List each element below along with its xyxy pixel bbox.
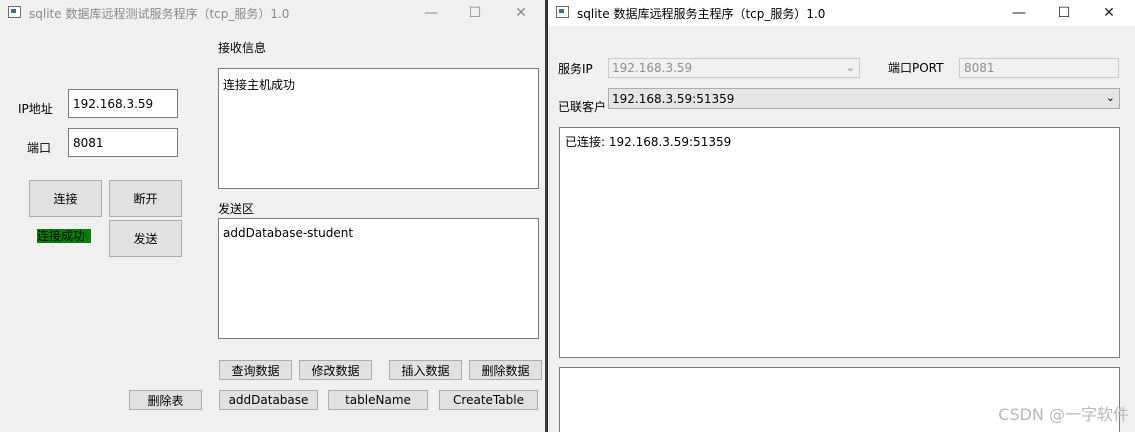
client-window-title: sqlite 数据库远程测试服务程序（tcp_服务）1.0 (29, 7, 290, 21)
maximize-icon[interactable]: ☐ (1041, 0, 1087, 26)
port-label: 端口PORT (888, 61, 944, 75)
app-window-icon (556, 6, 569, 18)
connection-status-badge: 连接成功 (37, 229, 91, 243)
add-database-button[interactable]: addDatabase (219, 390, 318, 410)
delete-data-button[interactable]: 删除数据 (469, 360, 542, 380)
insert-data-button[interactable]: 插入数据 (389, 360, 462, 380)
receive-textarea[interactable]: 连接主机成功 (218, 68, 539, 189)
port-label: 端口 (27, 141, 52, 155)
server-titlebar: sqlite 数据库远程服务主程序（tcp_服务）1.0 — ☐ ✕ (548, 0, 1135, 26)
service-ip-value: 192.168.3.59 (612, 61, 693, 75)
ip-address-input[interactable]: 192.168.3.59 (68, 89, 178, 118)
server-port-input: 8081 (959, 58, 1119, 78)
server-window: sqlite 数据库远程服务主程序（tcp_服务）1.0 — ☐ ✕ 服务IP … (547, 0, 1135, 432)
close-icon[interactable]: ✕ (498, 0, 544, 26)
connected-clients-select[interactable]: 192.168.3.59:51359 ⌄ (608, 88, 1120, 109)
create-table-button[interactable]: CreateTable (439, 390, 538, 410)
drop-table-button[interactable]: 删除表 (129, 390, 202, 410)
minimize-icon[interactable]: — (996, 0, 1042, 26)
server-window-title: sqlite 数据库远程服务主程序（tcp_服务）1.0 (577, 7, 826, 21)
query-data-button[interactable]: 查询数据 (219, 360, 292, 380)
ip-label: IP地址 (18, 102, 53, 116)
receive-label: 接收信息 (218, 41, 267, 55)
service-ip-select: 192.168.3.59 ⌄ (608, 58, 860, 78)
table-name-button[interactable]: tableName (328, 390, 428, 410)
send-textarea[interactable]: addDatabase-student (218, 218, 539, 339)
disconnect-button[interactable]: 断开 (109, 180, 182, 217)
server-log-textarea[interactable]: 已连接: 192.168.3.59:51359 (559, 127, 1120, 358)
minimize-icon[interactable]: — (408, 0, 454, 26)
csdn-watermark: CSDN @一字软件 (998, 405, 1129, 424)
send-area-label: 发送区 (218, 202, 255, 216)
maximize-icon[interactable]: ☐ (452, 0, 498, 26)
send-button[interactable]: 发送 (109, 220, 182, 257)
port-input[interactable]: 8081 (68, 128, 178, 157)
service-ip-label: 服务IP (558, 62, 593, 76)
close-icon[interactable]: ✕ (1086, 0, 1132, 26)
connected-clients-label: 已联客户 (558, 100, 607, 114)
chevron-down-icon: ⌄ (1105, 91, 1115, 104)
connect-button[interactable]: 连接 (29, 180, 102, 217)
client-window: sqlite 数据库远程测试服务程序（tcp_服务）1.0 — ☐ ✕ IP地址… (0, 0, 545, 432)
app-window-icon (8, 6, 21, 18)
client-titlebar: sqlite 数据库远程测试服务程序（tcp_服务）1.0 — ☐ ✕ (0, 0, 545, 26)
modify-data-button[interactable]: 修改数据 (299, 360, 372, 380)
connected-client-value: 192.168.3.59:51359 (612, 91, 735, 106)
chevron-down-icon: ⌄ (845, 61, 855, 74)
